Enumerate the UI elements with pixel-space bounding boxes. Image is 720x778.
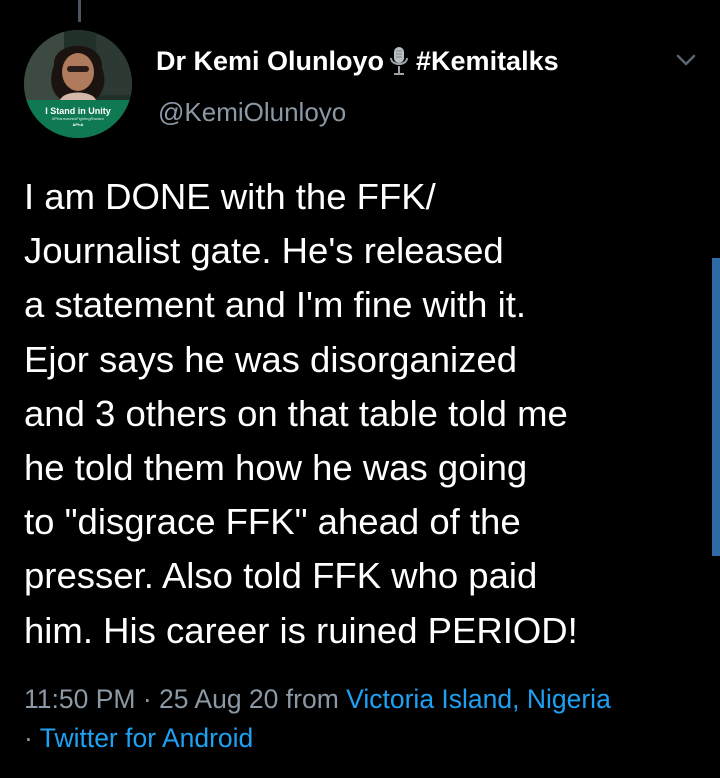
location-link[interactable]: Victoria Island, Nigeria <box>346 684 611 714</box>
thread-connector-line <box>78 0 81 22</box>
tweet-text: I am DONE with the FFK/ Journalist gate.… <box>24 170 708 658</box>
microphone-icon <box>390 47 409 75</box>
tweet-line: presser. Also told FFK who paid <box>24 555 538 597</box>
from-label: from <box>285 684 339 714</box>
tweet-metadata: 11:50 PM · 25 Aug 20 from Victoria Islan… <box>24 680 708 758</box>
tweet-date: 25 Aug 20 <box>159 684 279 714</box>
metadata-line-2: · Twitter for Android <box>24 719 708 758</box>
badge-text: I Stand in Unity <box>45 106 111 116</box>
client-link[interactable]: Twitter for Android <box>40 723 254 753</box>
tweet-line: he told them how he was going <box>24 447 528 489</box>
author-handle[interactable]: @KemiOlunloyo <box>158 96 346 128</box>
author-hashtag[interactable]: #Kemitalks <box>416 44 559 78</box>
tweet-time: 11:50 PM <box>24 684 136 714</box>
metadata-line-1: 11:50 PM · 25 Aug 20 from Victoria Islan… <box>24 680 708 719</box>
chevron-down-icon[interactable] <box>674 50 698 70</box>
scrollbar[interactable] <box>712 258 720 556</box>
author-name-row[interactable]: Dr Kemi Olunloyo #Kemitalks <box>156 44 559 78</box>
author-display-name[interactable]: Dr Kemi Olunloyo <box>156 44 384 78</box>
avatar-badge: I Stand in Unity #PharmacistsFightingRac… <box>24 100 132 138</box>
separator: · <box>142 684 152 714</box>
tweet-line: Journalist gate. He's released <box>24 230 504 272</box>
tweet-line: and 3 others on that table told me <box>24 392 568 434</box>
tweet-line: to "disgrace FFK" ahead of the <box>24 501 521 543</box>
badge-logo: APhA <box>72 122 84 127</box>
tweet-line: him. His career is ruined PERIOD! <box>24 609 578 651</box>
tweet-line: Ejor says he was disorganized <box>24 338 517 380</box>
avatar[interactable]: I Stand in Unity #PharmacistsFightingRac… <box>24 30 132 138</box>
separator: · <box>24 723 33 753</box>
tweet-line: a statement and I'm fine with it. <box>24 284 526 326</box>
tweet-line: I am DONE with the FFK/ <box>24 176 436 217</box>
